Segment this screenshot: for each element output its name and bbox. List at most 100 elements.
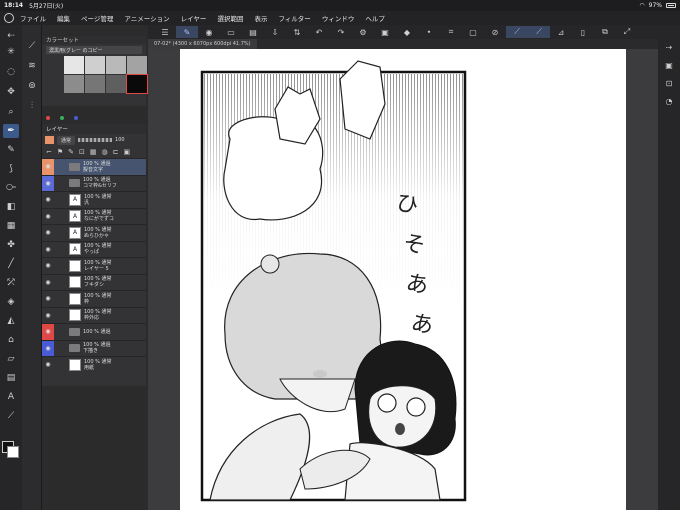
layer-row[interactable]: ◉ 100 % 通常 枠 xyxy=(42,290,146,307)
airbrush-icon[interactable]: ⧃ xyxy=(3,181,19,195)
eye-icon[interactable]: ◉ xyxy=(42,357,54,373)
brush-density-icon[interactable]: ≋ xyxy=(24,59,40,73)
pen-icon[interactable]: ✒ xyxy=(3,124,19,138)
menu-window[interactable]: ウィンドウ xyxy=(322,13,355,23)
eyedropper-icon[interactable]: ⤱ xyxy=(3,276,19,290)
collapse-icon[interactable]: ⇠ xyxy=(3,29,19,43)
swatch[interactable] xyxy=(85,75,105,93)
menu-help[interactable]: ヘルプ xyxy=(365,13,385,23)
hamburger-icon[interactable]: ☰ xyxy=(154,26,176,38)
layer-lock-cell[interactable] xyxy=(54,324,66,340)
swatch[interactable] xyxy=(64,75,84,93)
eye-icon[interactable]: ◉ xyxy=(42,291,54,307)
eye-icon[interactable]: ◉ xyxy=(42,192,54,208)
reference-icon[interactable]: ⚑ xyxy=(57,148,63,156)
menu-page[interactable]: ページ管理 xyxy=(81,13,113,23)
menu-layer[interactable]: レイヤー xyxy=(181,13,207,23)
opacity-slider[interactable] xyxy=(78,138,113,142)
export-icon[interactable]: ⧉ xyxy=(594,26,616,38)
save-icon[interactable]: ⇩ xyxy=(264,26,286,38)
layer-lock-cell[interactable] xyxy=(54,242,66,258)
move-icon[interactable]: ✥ xyxy=(3,85,19,99)
lasso-icon[interactable]: ◌ xyxy=(3,65,19,79)
layer-lock-cell[interactable] xyxy=(54,176,66,192)
mask-icon[interactable]: ◍ xyxy=(102,148,108,156)
ruler-snap-icon[interactable]: ⟋ xyxy=(506,26,528,38)
swatch[interactable] xyxy=(85,56,105,74)
layer-row[interactable]: ◉ 100 % 通過 擬音文字 xyxy=(42,158,146,175)
layer-row[interactable]: ◉ A 100 % 通常 やっぱ xyxy=(42,240,146,258)
pen-mode-icon[interactable]: ✎ xyxy=(176,26,198,38)
layer-lock-cell[interactable] xyxy=(54,357,66,373)
layer-mask-icon[interactable]: ▣ xyxy=(374,26,396,38)
document-tab[interactable]: 07-02* (4300 x 6070px 600dpi 41.7%) xyxy=(148,39,257,49)
frame-tool-icon[interactable]: ▤ xyxy=(3,371,19,385)
eye-icon[interactable]: ◉ xyxy=(42,242,54,258)
stamp-icon[interactable]: ✤ xyxy=(3,238,19,252)
layer-row[interactable]: ◉ 100 % 通過 xyxy=(42,323,146,340)
eye-icon[interactable]: ◉ xyxy=(42,258,54,274)
eye-icon[interactable]: ◉ xyxy=(42,175,54,191)
brush-icon[interactable]: ⬩ xyxy=(418,26,440,38)
layer-lock-cell[interactable] xyxy=(54,192,66,208)
fullscreen-icon[interactable]: ⤢ xyxy=(616,26,638,38)
eye-icon[interactable]: ◉ xyxy=(42,159,54,175)
swatch[interactable] xyxy=(127,56,147,74)
tool-property-icon[interactable]: ⫶ xyxy=(24,99,40,113)
frame-icon[interactable]: ▢ xyxy=(462,26,484,38)
magic-wand-icon[interactable]: ✳ xyxy=(3,45,19,59)
new-file-icon[interactable]: ▭ xyxy=(220,26,242,38)
layer-lock-cell[interactable] xyxy=(54,258,66,274)
gradient-icon[interactable]: ▦ xyxy=(3,219,19,233)
record-icon[interactable]: ◉ xyxy=(198,26,220,38)
layer-row[interactable]: ◉ A 100 % 通常 汎 xyxy=(42,191,146,208)
eye-icon[interactable]: ◉ xyxy=(42,275,54,291)
blend-mode-select[interactable]: 通常 xyxy=(57,135,76,145)
eye-icon[interactable]: ◉ xyxy=(42,324,54,340)
ruler-icon[interactable]: ⊏ xyxy=(113,148,119,156)
eye-icon[interactable]: ◉ xyxy=(42,340,54,356)
text-icon[interactable]: A xyxy=(3,390,19,404)
open-folder-icon[interactable]: ▤ xyxy=(242,26,264,38)
menu-file[interactable]: ファイル xyxy=(20,13,46,23)
sort-icon[interactable]: ⇅ xyxy=(286,26,308,38)
layer-row[interactable]: ◉ 100 % 通常 レイヤー 5 xyxy=(42,257,146,274)
swatch[interactable] xyxy=(64,56,84,74)
draft-icon[interactable]: ✎ xyxy=(68,148,74,156)
lock-icon[interactable]: ⊡ xyxy=(79,148,85,156)
settings-icon[interactable]: ⚙ xyxy=(352,26,374,38)
device-icon[interactable]: ▯ xyxy=(572,26,594,38)
color-icon[interactable]: ▣ xyxy=(124,148,131,156)
special-ruler-icon[interactable]: ⟋ xyxy=(528,26,550,38)
alpha-lock-icon[interactable]: ▦ xyxy=(90,148,97,156)
layer-lock-cell[interactable] xyxy=(54,209,66,225)
layer-color-icon[interactable] xyxy=(45,136,54,144)
expand-panel-icon[interactable]: ⇢ xyxy=(663,41,675,53)
smudge-icon[interactable]: ⌂ xyxy=(3,333,19,347)
navigator-icon[interactable]: ▣ xyxy=(663,59,675,71)
menu-filter[interactable]: フィルター xyxy=(278,13,310,23)
opacity-value[interactable]: 100 xyxy=(115,137,125,143)
line-icon[interactable]: ╱ xyxy=(3,257,19,271)
eye-icon[interactable]: ◉ xyxy=(42,308,54,324)
layer-row[interactable]: ◉ 100 % 通過 コマ枠&セリフ xyxy=(42,174,146,192)
fill-bucket-icon[interactable]: ◭ xyxy=(3,314,19,328)
pencil-icon[interactable]: ✎ xyxy=(3,143,19,157)
background-color[interactable] xyxy=(7,446,19,458)
menu-animation[interactable]: アニメーション xyxy=(124,13,169,23)
menu-edit[interactable]: 編集 xyxy=(57,13,70,23)
menu-selection[interactable]: 選択範囲 xyxy=(217,13,243,23)
layer-lock-cell[interactable] xyxy=(54,159,66,175)
blend-icon[interactable]: ◈ xyxy=(3,295,19,309)
canvas-paper[interactable]: ひ そ あ あ xyxy=(180,49,626,510)
layer-row[interactable]: ◉ 100 % 通常 フキダシ xyxy=(42,273,146,291)
layer-lock-cell[interactable] xyxy=(54,341,66,357)
menu-view[interactable]: 表示 xyxy=(254,13,267,23)
eye-icon[interactable]: ◉ xyxy=(42,209,54,225)
fill-icon[interactable]: ◆ xyxy=(396,26,418,38)
shape-icon[interactable]: ▱ xyxy=(3,352,19,366)
redo-icon[interactable]: ↷ xyxy=(330,26,352,38)
layer-lock-cell[interactable] xyxy=(54,308,66,324)
layer-row[interactable]: ◉ A 100 % 通常 なにがでずコ xyxy=(42,207,146,225)
stabilizer-icon[interactable]: ⊚ xyxy=(24,79,40,93)
